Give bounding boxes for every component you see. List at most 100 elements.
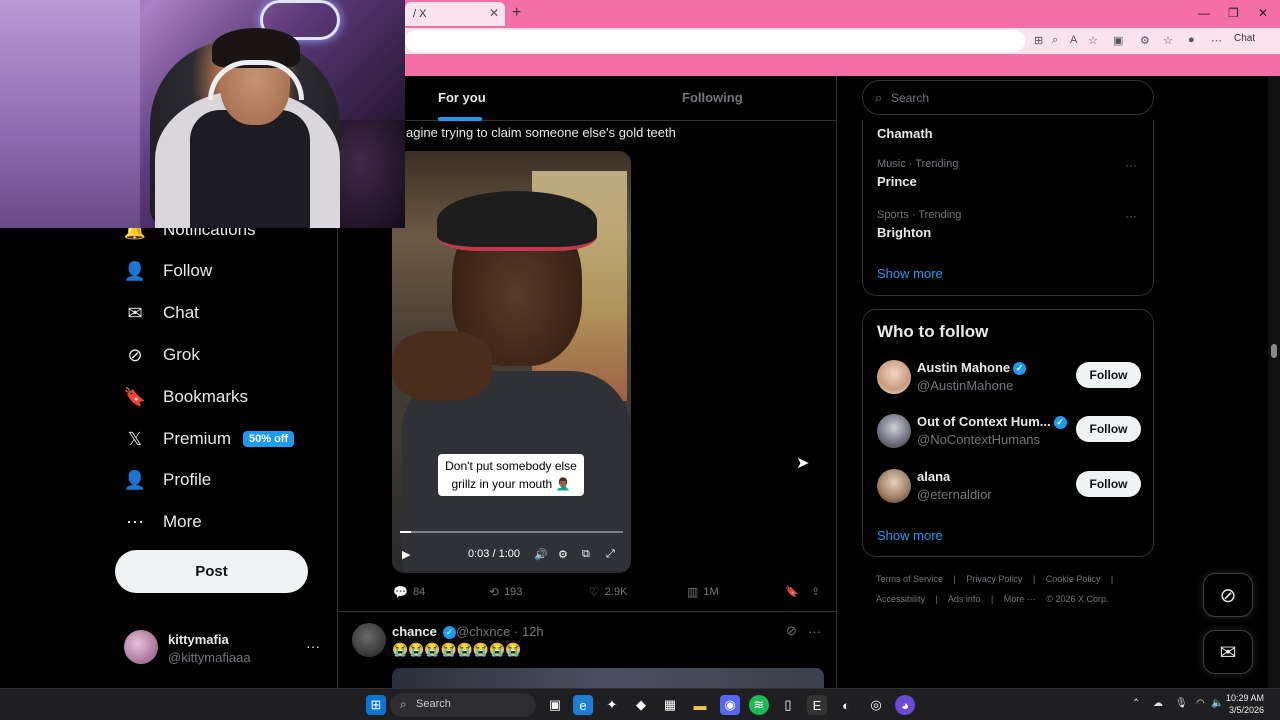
file-icon[interactable]: ▯ xyxy=(778,695,798,715)
favorites-icon[interactable]: ☆ xyxy=(1163,34,1173,47)
discord-icon[interactable]: ◉ xyxy=(720,695,740,715)
store-icon[interactable]: ▦ xyxy=(660,695,680,715)
copilot-chat-button[interactable]: Chat xyxy=(1234,33,1255,44)
trend-item[interactable]: Sports · Trending Brighton ··· xyxy=(877,209,1137,240)
url-field[interactable] xyxy=(405,30,1025,52)
pip-icon[interactable]: ⧉ xyxy=(582,548,590,561)
avatar[interactable] xyxy=(877,360,911,394)
start-icon[interactable]: ⊞ xyxy=(366,695,386,715)
browser-tab[interactable]: / X ✕ xyxy=(405,2,505,26)
obs-icon[interactable]: ◎ xyxy=(866,695,886,715)
footer-separator: | xyxy=(953,574,956,584)
fullscreen-icon[interactable]: ⤢ xyxy=(606,548,615,561)
chevron-up-icon[interactable]: ⌃ xyxy=(1132,698,1140,709)
taskbar-search[interactable]: ⌕ Search xyxy=(390,693,536,717)
speaker-icon[interactable]: 🔈 xyxy=(1211,698,1223,709)
mic-icon[interactable]: 🎙 xyxy=(1175,698,1188,709)
account-menu-icon[interactable]: ··· xyxy=(306,638,320,654)
more-circle-icon: ⋯ xyxy=(126,511,144,532)
trend-item[interactable]: Chamath xyxy=(877,122,1137,141)
nav-grok[interactable]: ⊘ Grok xyxy=(124,337,199,373)
tweet-media[interactable] xyxy=(392,668,824,688)
settings-icon[interactable]: ⚙ xyxy=(558,548,568,561)
tweet[interactable]: chance ✓ @chxnce · 12h ⊘ ··· 😭😭😭😭😭😭😭😭 xyxy=(338,612,837,688)
post-button[interactable]: Post xyxy=(115,550,308,593)
spotify-icon[interactable]: ≋ xyxy=(749,695,769,715)
menu-icon[interactable]: ⋯ xyxy=(1211,34,1222,47)
nav-profile[interactable]: 👤 Profile xyxy=(124,462,211,498)
alien-icon[interactable]: ◆ xyxy=(631,695,651,715)
video-player[interactable]: Don't put somebody else grillz in your m… xyxy=(392,151,631,573)
tab-close-icon[interactable]: ✕ xyxy=(489,6,499,20)
follow-button[interactable]: Follow xyxy=(1076,416,1141,442)
play-icon[interactable]: ▶ xyxy=(402,548,410,561)
copilot-icon[interactable]: ✦ xyxy=(602,695,622,715)
scrollbar[interactable] xyxy=(1268,76,1280,688)
nav-bookmarks[interactable]: 🔖 Bookmarks xyxy=(124,379,248,415)
privacy-link[interactable]: Privacy Policy xyxy=(966,574,1022,584)
maximize-button[interactable]: ❐ xyxy=(1228,6,1239,20)
epic-games-icon[interactable]: E xyxy=(807,695,827,715)
video-progress-bar[interactable] xyxy=(400,531,623,533)
avatar[interactable] xyxy=(877,414,911,448)
nav-more[interactable]: ⋯ More xyxy=(124,504,202,540)
profile-icon[interactable]: ● xyxy=(1188,34,1195,46)
favorite-star-icon[interactable]: ☆ xyxy=(1088,34,1098,47)
follow-suggestion[interactable]: alana @eternaldior Follow xyxy=(877,469,1143,505)
terms-link[interactable]: Terms of Service xyxy=(876,574,943,584)
close-window-button[interactable]: ✕ xyxy=(1258,6,1268,20)
trends-show-more[interactable]: Show more xyxy=(877,266,943,281)
author-handle[interactable]: @chxnce · 12h xyxy=(456,624,544,639)
cookie-link[interactable]: Cookie Policy xyxy=(1046,574,1101,584)
ads-info-link[interactable]: Ads info xyxy=(948,594,981,604)
follow-button[interactable]: Follow xyxy=(1076,362,1141,388)
wifi-icon[interactable]: ◠ xyxy=(1196,698,1205,709)
read-aloud-icon[interactable]: ⊞ xyxy=(1034,34,1043,47)
messages-fab[interactable]: ✉ xyxy=(1203,630,1253,674)
more-icon[interactable]: ··· xyxy=(808,624,821,639)
edge-icon[interactable]: e xyxy=(573,695,593,715)
like-button[interactable]: ♡ 2.9K xyxy=(589,585,627,599)
nav-follow[interactable]: 👤 Follow xyxy=(124,253,212,289)
steam-icon[interactable]: ◐ xyxy=(836,695,856,715)
avatar[interactable] xyxy=(877,469,911,503)
trend-more-icon[interactable]: ··· xyxy=(1125,158,1137,172)
grok-fab[interactable]: ⊘ xyxy=(1203,573,1253,617)
split-screen-icon[interactable]: ▣ xyxy=(1113,34,1123,47)
tab-title: / X xyxy=(413,8,427,20)
zoom-icon[interactable]: ⌕ xyxy=(1052,34,1058,47)
tab-following[interactable]: Following xyxy=(682,90,743,105)
follow-suggestion[interactable]: Austin Mahone ✓ @AustinMahone Follow xyxy=(877,360,1143,396)
scroll-thumb[interactable] xyxy=(1271,344,1277,358)
share-icon[interactable]: ⇪ xyxy=(811,585,820,598)
accessibility-link[interactable]: Accessibility xyxy=(876,594,925,604)
repost-button[interactable]: ⟲ 193 xyxy=(489,585,522,599)
nav-premium[interactable]: 𝕏 Premium 50% off xyxy=(124,421,295,457)
views-button[interactable]: ▥ 1M xyxy=(687,585,719,599)
task-view-icon[interactable]: ▣ xyxy=(545,695,565,715)
app-icon[interactable]: ◕ xyxy=(895,695,915,715)
volume-icon[interactable]: 🔊 xyxy=(534,548,548,561)
minimize-button[interactable]: — xyxy=(1198,6,1210,20)
extensions-icon[interactable]: ⚙ xyxy=(1140,34,1150,47)
grok-icon[interactable]: ⊘ xyxy=(786,623,797,639)
reply-button[interactable]: 💬 84 xyxy=(393,585,425,599)
tab-for-you[interactable]: For you xyxy=(438,90,486,105)
clock[interactable]: 10:29 AM 3/5/2026 xyxy=(1226,692,1264,716)
text-icon[interactable]: A xyxy=(1070,34,1077,46)
avatar[interactable] xyxy=(352,623,386,657)
follow-suggestion[interactable]: Out of Context Hum... ✓ @NoContextHumans … xyxy=(877,414,1143,450)
more-link[interactable]: More ··· xyxy=(1004,594,1036,604)
new-tab-button[interactable]: + xyxy=(512,4,521,22)
nav-chat[interactable]: ✉ Chat xyxy=(124,295,198,331)
search-input[interactable]: ⌕ Search xyxy=(862,80,1154,115)
author-name[interactable]: chance xyxy=(392,624,437,639)
trend-item[interactable]: Music · Trending Prince ··· xyxy=(877,158,1137,189)
trend-more-icon[interactable]: ··· xyxy=(1125,209,1137,223)
cloud-icon[interactable]: ☁ xyxy=(1153,698,1163,709)
follow-button[interactable]: Follow xyxy=(1076,471,1141,497)
folder-icon[interactable]: ▬ xyxy=(690,695,710,715)
bookmark-icon[interactable]: 🔖 xyxy=(785,585,799,598)
account-switcher[interactable]: kittymafia @kittymafiaaa ··· xyxy=(124,630,324,670)
who-to-follow-show-more[interactable]: Show more xyxy=(877,528,943,543)
